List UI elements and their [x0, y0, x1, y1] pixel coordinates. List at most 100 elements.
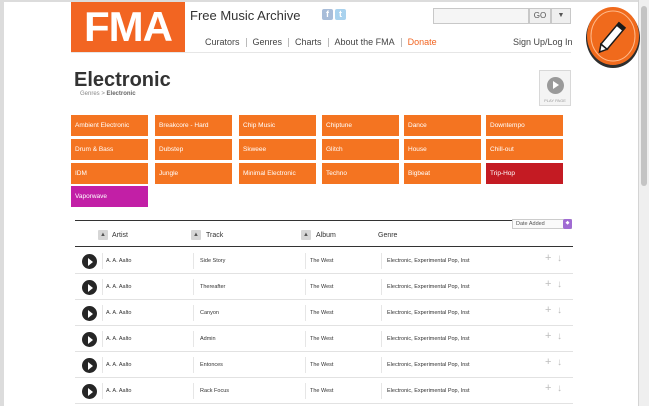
cell-album[interactable]: The West	[310, 258, 333, 264]
play-icon[interactable]	[82, 358, 97, 373]
cell-track[interactable]: Canyon	[200, 310, 219, 316]
download-arrow-icon[interactable]: ↓	[557, 357, 562, 368]
play-icon[interactable]	[82, 384, 97, 399]
chevron-down-icon: ▼	[557, 12, 565, 19]
plus-icon[interactable]: +	[545, 331, 551, 342]
cell-genre[interactable]: Electronic, Experimental Pop, Inst	[387, 258, 470, 264]
play-page-label: PLAY PAGE	[544, 98, 566, 103]
cell-track[interactable]: Entonces	[200, 362, 223, 368]
cell-artist[interactable]: A. A. Aalto	[106, 284, 131, 290]
breadcrumb-genres[interactable]: Genres	[80, 91, 100, 97]
table-row: A. A. Aalto Thereafter The West Electron…	[75, 274, 573, 300]
download-arrow-icon[interactable]: ↓	[557, 279, 562, 290]
twitter-icon[interactable]: t	[335, 9, 346, 20]
plus-icon[interactable]: +	[545, 279, 551, 290]
nav-curators[interactable]: Curators	[199, 37, 246, 47]
search-input[interactable]	[433, 8, 529, 24]
play-icon[interactable]	[82, 306, 97, 321]
pencil-icon[interactable]	[584, 2, 642, 70]
cell-genre[interactable]: Electronic, Experimental Pop, Inst	[387, 336, 470, 342]
search-dropdown-button[interactable]: ▼	[551, 8, 571, 24]
download-arrow-icon[interactable]: ↓	[557, 305, 562, 316]
plus-icon[interactable]: +	[545, 357, 551, 368]
breadcrumb-separator: >	[101, 91, 105, 97]
genre-breakcore-hard[interactable]: Breakcore - Hard	[155, 115, 232, 136]
cell-artist[interactable]: A. A. Aalto	[106, 310, 131, 316]
column-header-track[interactable]: Track	[206, 232, 223, 239]
download-arrow-icon[interactable]: ↓	[557, 383, 562, 394]
site-title[interactable]: Free Music Archive	[190, 8, 301, 23]
cell-album[interactable]: The West	[310, 336, 333, 342]
download-arrow-icon[interactable]: ↓	[557, 331, 562, 342]
genre-glitch[interactable]: Glitch	[322, 139, 399, 160]
genre-dance[interactable]: Dance	[404, 115, 481, 136]
cell-track[interactable]: Admin	[200, 336, 216, 342]
plus-icon[interactable]: +	[545, 383, 551, 394]
cell-artist[interactable]: A. A. Aalto	[106, 258, 131, 264]
genre-house[interactable]: House	[404, 139, 481, 160]
cell-artist[interactable]: A. A. Aalto	[106, 388, 131, 394]
nav-charts[interactable]: Charts	[289, 37, 328, 47]
column-divider	[193, 305, 194, 321]
nav-genres[interactable]: Genres	[247, 37, 289, 47]
genre-chiptune[interactable]: Chiptune	[322, 115, 399, 136]
nav-about[interactable]: About the FMA	[329, 37, 401, 47]
play-page-button[interactable]: PLAY PAGE	[539, 70, 571, 106]
genre-techno[interactable]: Techno	[322, 163, 399, 184]
genre-vaporwave[interactable]: Vaporwave	[71, 186, 148, 207]
plus-icon[interactable]: +	[545, 305, 551, 316]
genre-chill-out[interactable]: Chill-out	[486, 139, 563, 160]
genre-dubstep[interactable]: Dubstep	[155, 139, 232, 160]
cell-genre[interactable]: Electronic, Experimental Pop, Inst	[387, 310, 470, 316]
cell-genre[interactable]: Electronic, Experimental Pop, Inst	[387, 284, 470, 290]
cell-album[interactable]: The West	[310, 362, 333, 368]
cell-album[interactable]: The West	[310, 388, 333, 394]
nav-donate[interactable]: Donate	[402, 37, 443, 47]
sort-select[interactable]: Date Added ◆	[512, 219, 572, 229]
sign-in-link[interactable]: Sign Up/Log In	[513, 37, 573, 47]
play-icon[interactable]	[82, 332, 97, 347]
genre-idm[interactable]: IDM	[71, 163, 148, 184]
genre-skweee[interactable]: Skweee	[239, 139, 316, 160]
column-divider	[305, 253, 306, 269]
table-row: A. A. Aalto Canyon The West Electronic, …	[75, 300, 573, 326]
play-icon[interactable]	[82, 280, 97, 295]
column-header-artist[interactable]: Artist	[112, 232, 128, 239]
genre-drum-and-bass[interactable]: Drum & Bass	[71, 139, 148, 160]
cell-artist[interactable]: A. A. Aalto	[106, 362, 131, 368]
plus-icon[interactable]: +	[545, 253, 551, 264]
sort-dropdown-icon[interactable]: ◆	[563, 219, 572, 229]
sort-album-icon[interactable]: ▲	[301, 230, 311, 240]
column-divider	[193, 383, 194, 399]
cell-track[interactable]: Rack Focus	[200, 388, 229, 394]
genre-trip-hop[interactable]: Trip-Hop	[486, 163, 563, 184]
download-arrow-icon[interactable]: ↓	[557, 253, 562, 264]
genre-downtempo[interactable]: Downtempo	[486, 115, 563, 136]
genre-minimal-electronic[interactable]: Minimal Electronic	[239, 163, 316, 184]
column-header-album[interactable]: Album	[316, 232, 336, 239]
cell-genre[interactable]: Electronic, Experimental Pop, Inst	[387, 388, 470, 394]
cell-track[interactable]: Thereafter	[200, 284, 225, 290]
fma-logo[interactable]: FMA	[71, 2, 185, 52]
genre-jungle[interactable]: Jungle	[155, 163, 232, 184]
sort-track-icon[interactable]: ▲	[191, 230, 201, 240]
cell-artist[interactable]: A. A. Aalto	[106, 336, 131, 342]
page-title: Electronic	[74, 69, 171, 91]
sort-artist-icon[interactable]: ▲	[98, 230, 108, 240]
play-icon[interactable]	[82, 254, 97, 269]
cell-track[interactable]: Side Story	[200, 258, 225, 264]
cell-album[interactable]: The West	[310, 284, 333, 290]
genre-bigbeat[interactable]: Bigbeat	[404, 163, 481, 184]
genre-chip-music[interactable]: Chip Music	[239, 115, 316, 136]
table-row: A. A. Aalto Rack Focus The West Electron…	[75, 378, 573, 404]
cell-genre[interactable]: Electronic, Experimental Pop, Inst	[387, 362, 470, 368]
social-links: f t	[322, 9, 346, 20]
column-divider	[381, 331, 382, 347]
genre-ambient-electronic[interactable]: Ambient Electronic	[71, 115, 148, 136]
cell-album[interactable]: The West	[310, 310, 333, 316]
facebook-icon[interactable]: f	[322, 9, 333, 20]
page: FMA Free Music Archive f t GO ▼ Curators…	[4, 2, 638, 406]
table-row: A. A. Aalto Admin The West Electronic, E…	[75, 326, 573, 352]
search-go-button[interactable]: GO	[529, 8, 551, 24]
column-divider	[305, 357, 306, 373]
